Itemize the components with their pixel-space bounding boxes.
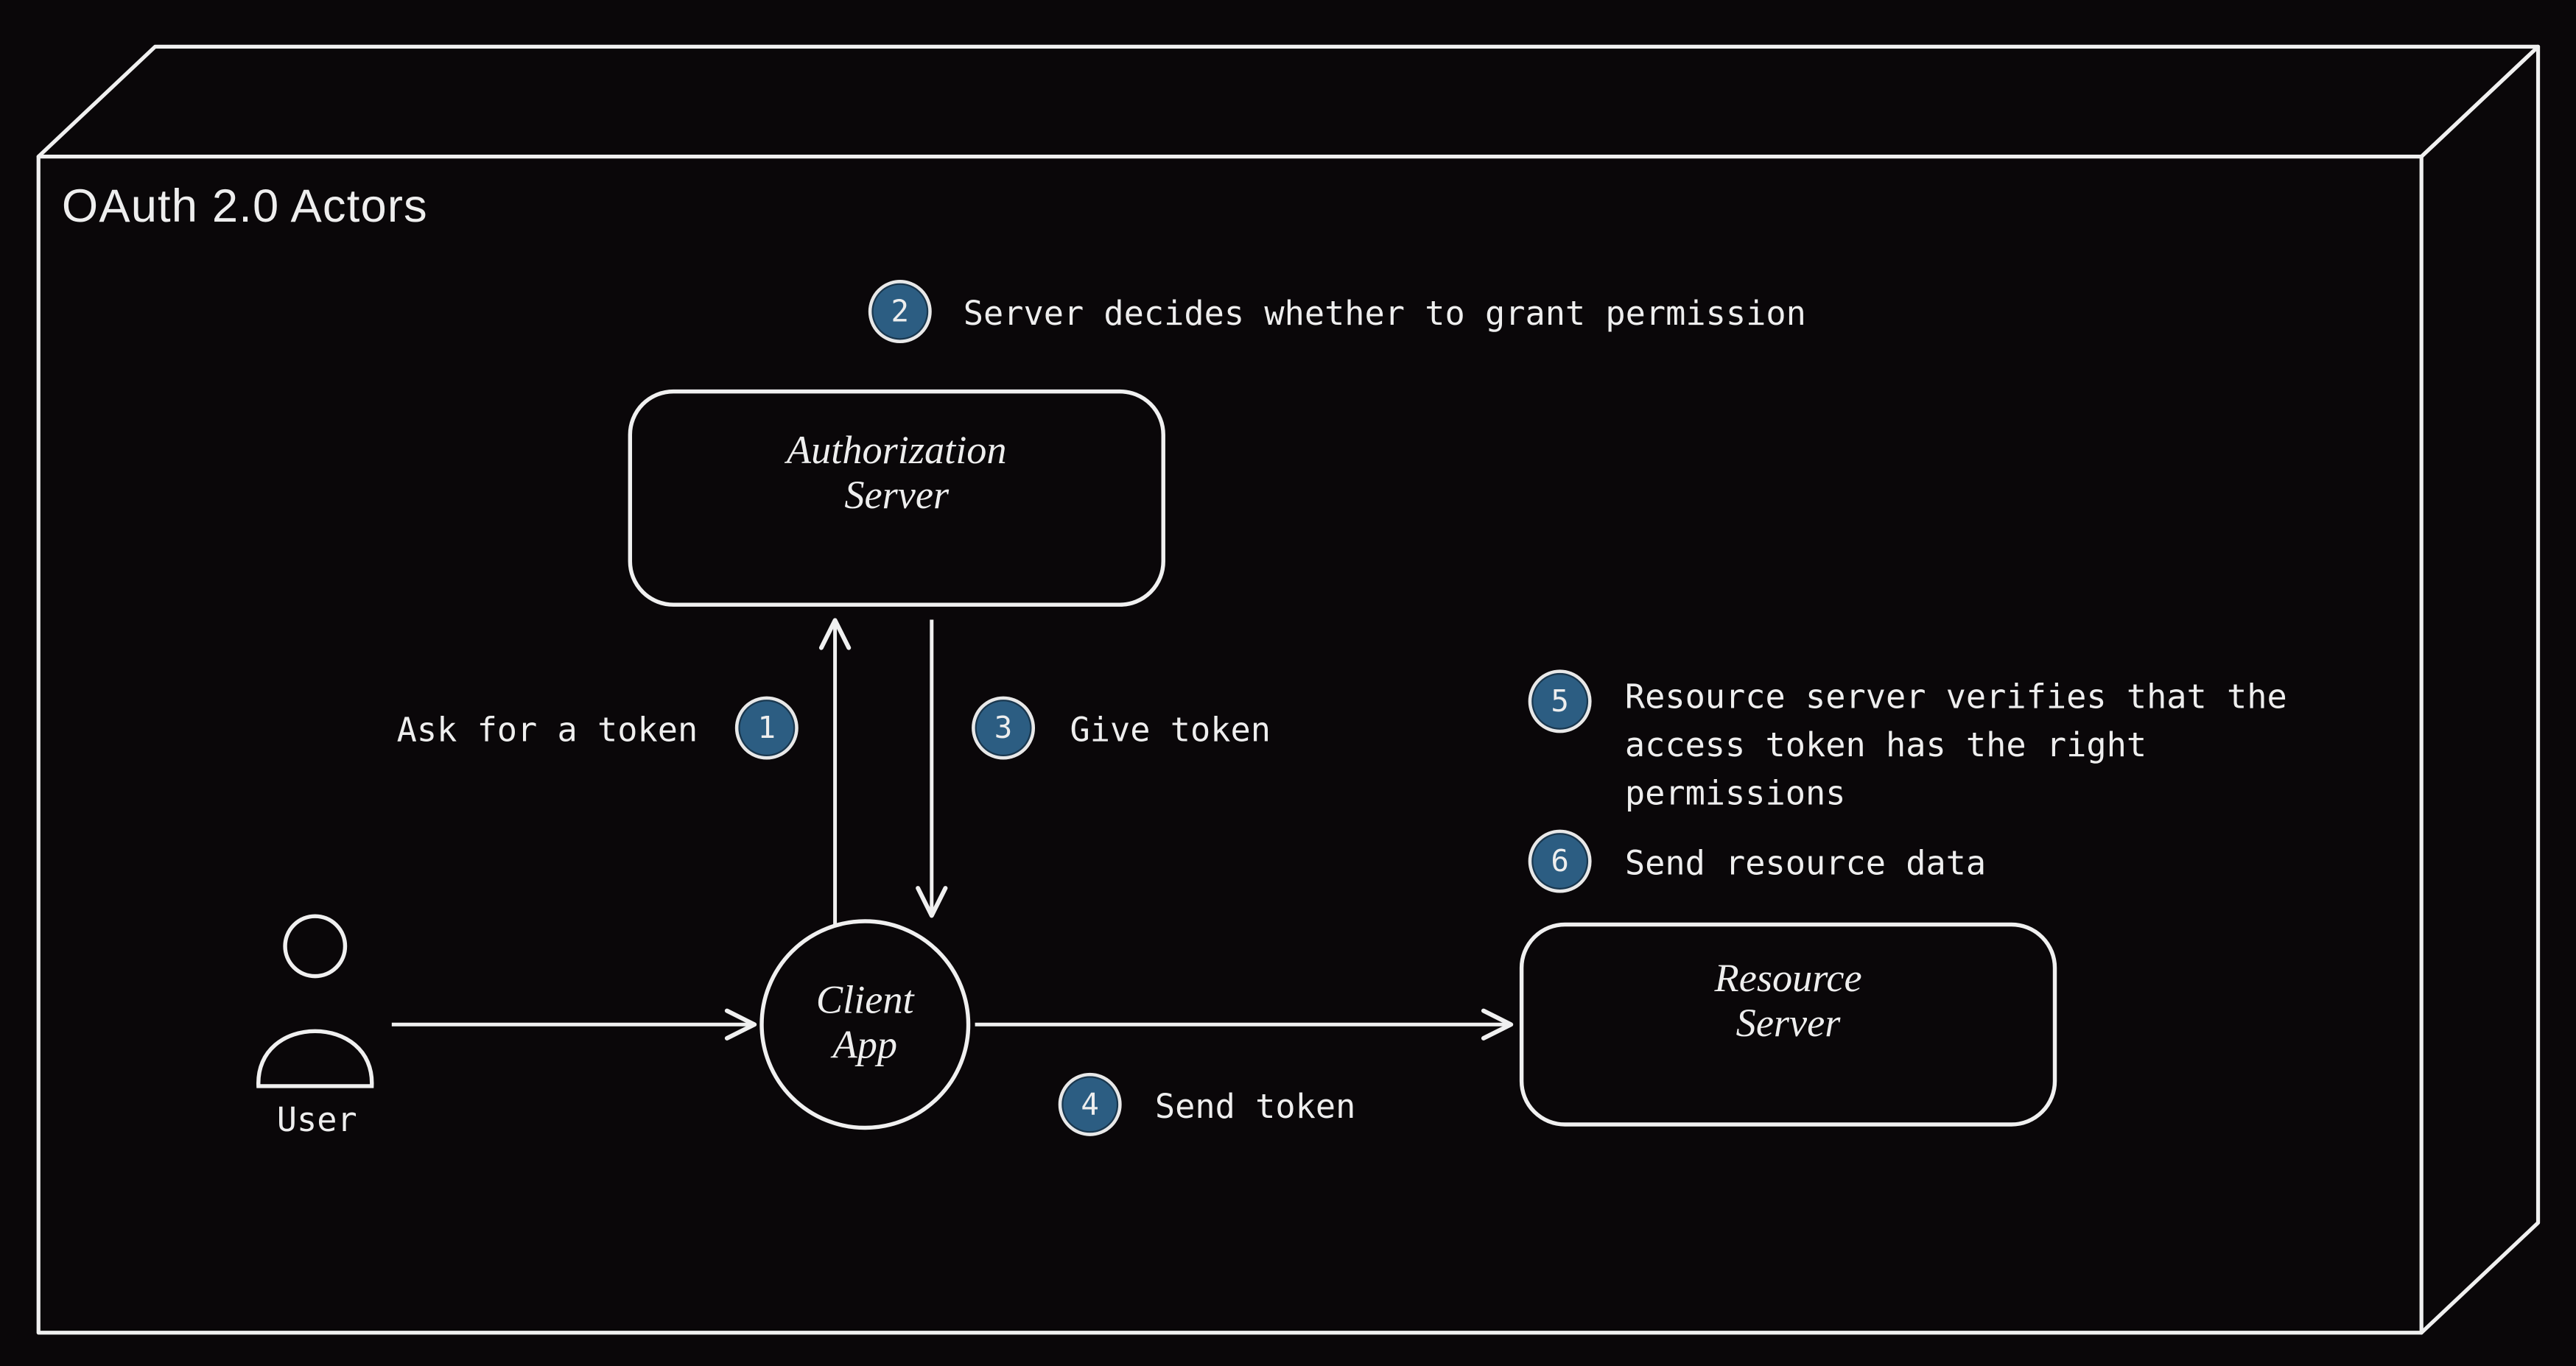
step-text-3: Give token (1070, 710, 1270, 750)
user-icon (258, 916, 371, 1086)
resource-line2: Server (1736, 1003, 1840, 1046)
authorization-server-label: Authorization Server (630, 430, 1163, 520)
diagram-title: OAuth 2.0 Actors (62, 180, 428, 233)
step-text-5: Resource server verifies that the access… (1624, 673, 2341, 818)
step-badge-1: 1 (734, 697, 798, 760)
step-text-1: Ask for a token (396, 710, 698, 750)
user-label: User (276, 1099, 357, 1139)
step-num-5: 5 (1551, 684, 1569, 719)
step-badge-3: 3 (972, 697, 1035, 760)
resource-server-label: Resource Server (1521, 958, 2054, 1048)
step-badge-5: 5 (1528, 669, 1591, 733)
step-text-6: Send resource data (1624, 843, 1985, 883)
client-line2: App (832, 1024, 896, 1068)
client-app-label: Client App (765, 979, 964, 1069)
step-num-6: 6 (1551, 844, 1569, 879)
step-badge-6: 6 (1528, 830, 1591, 893)
step-badge-2: 2 (868, 280, 931, 343)
step-text-4: Send token (1155, 1086, 1355, 1126)
client-line1: Client (816, 979, 914, 1023)
auth-line2: Server (844, 475, 949, 518)
resource-line1: Resource (1714, 958, 1861, 1001)
step-badge-4: 4 (1058, 1073, 1121, 1136)
step-num-2: 2 (891, 294, 909, 329)
step-num-4: 4 (1081, 1087, 1099, 1122)
auth-line1: Authorization (787, 430, 1007, 473)
step-text-2: Server decides whether to grant permissi… (963, 293, 1805, 333)
step-num-1: 1 (757, 711, 776, 746)
step-num-3: 3 (994, 711, 1012, 746)
